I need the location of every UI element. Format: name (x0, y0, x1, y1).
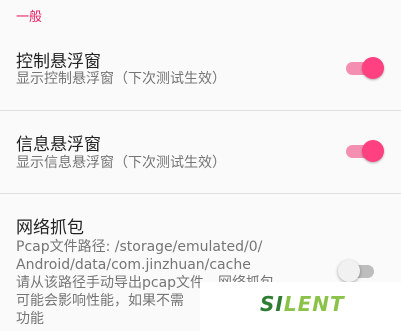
pref-summary-line: 可能会影响性能，如果不需 (16, 293, 184, 309)
divider (0, 193, 401, 194)
pref-summary: 显示信息悬浮窗（下次测试生效） (16, 155, 226, 171)
toggle-thumb (362, 140, 384, 162)
pref-summary: 显示控制悬浮窗（下次测试生效） (16, 71, 226, 87)
divider (0, 110, 401, 111)
toggle-thumb (362, 57, 384, 79)
watermark-brand: SILENT (260, 292, 345, 316)
watermark-logo: SILENT (200, 282, 401, 331)
pref-title: 控制悬浮窗 (16, 52, 101, 72)
pref-summary-line: Android/data/com.jinzhuan/cache (16, 257, 251, 273)
pref-summary-line: Pcap文件路径: /storage/emulated/0/ (16, 239, 263, 255)
pref-title: 网络抓包 (16, 218, 84, 238)
toggle-thumb (338, 260, 360, 282)
info-overlay-toggle[interactable] (344, 138, 384, 164)
pref-title: 信息悬浮窗 (16, 135, 101, 155)
pref-summary-line: 功能 (16, 311, 44, 327)
control-overlay-toggle[interactable] (344, 55, 384, 81)
section-header: 一般 (16, 10, 43, 25)
packet-capture-toggle[interactable] (338, 258, 380, 284)
